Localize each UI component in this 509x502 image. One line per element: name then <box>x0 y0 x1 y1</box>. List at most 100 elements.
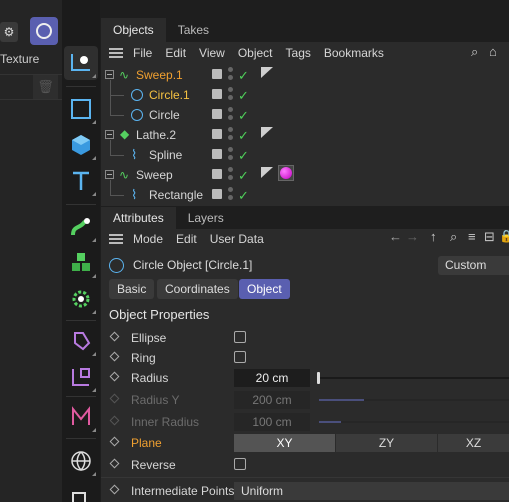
menu-edit[interactable]: Edit <box>165 46 186 60</box>
home-icon[interactable]: ⌂ <box>489 44 497 59</box>
cube-outline-icon[interactable] <box>64 92 98 126</box>
text-tool-icon[interactable] <box>64 164 98 198</box>
filter-icon[interactable]: ≡ <box>468 229 476 244</box>
field-icon[interactable] <box>64 400 98 434</box>
enabled-check-icon[interactable]: ✓ <box>238 148 249 164</box>
visibility-dots-icon[interactable] <box>228 167 233 183</box>
layer-box-icon[interactable] <box>212 129 222 139</box>
keyframe-diamond-icon[interactable] <box>109 371 120 382</box>
enabled-check-icon[interactable]: ✓ <box>238 188 249 204</box>
keyframe-diamond-icon[interactable] <box>109 484 120 495</box>
layer-box-icon[interactable] <box>212 149 222 159</box>
enabled-check-icon[interactable]: ✓ <box>238 108 249 124</box>
ring-checkbox[interactable] <box>234 351 246 363</box>
menu-user-data[interactable]: User Data <box>210 232 264 246</box>
phong-tag-icon[interactable] <box>261 127 273 138</box>
visibility-dots-icon[interactable] <box>228 67 233 83</box>
tree-row[interactable]: ⌇ Spline ✓ <box>101 140 509 165</box>
radius-input[interactable]: 20 cm <box>234 369 310 387</box>
visibility-dots-icon[interactable] <box>228 87 233 103</box>
tree-row[interactable]: Circle.1 ✓ <box>101 80 509 105</box>
sweep-generator-icon[interactable] <box>64 210 98 244</box>
keyframe-diamond-icon[interactable] <box>109 331 120 342</box>
visibility-dots-icon[interactable] <box>228 127 233 143</box>
cube-icon[interactable] <box>64 128 98 162</box>
tab-layers[interactable]: Layers <box>176 207 236 229</box>
radius-slider[interactable] <box>319 377 509 379</box>
plane-option-zy[interactable]: ZY <box>336 434 438 452</box>
object-name[interactable]: Sweep.1 <box>136 68 183 82</box>
object-name[interactable]: Lathe.2 <box>136 128 176 142</box>
spline-wrap-icon[interactable] <box>64 360 98 394</box>
menu-view[interactable]: View <box>199 46 225 60</box>
tree-row[interactable]: ⌇ Rectangle ✓ <box>101 180 509 205</box>
deformer-icon[interactable] <box>64 324 98 358</box>
enabled-check-icon[interactable]: ✓ <box>238 68 249 84</box>
lock-icon[interactable]: 🔒 <box>499 229 509 243</box>
enabled-check-icon[interactable]: ✓ <box>238 88 249 104</box>
ellipse-checkbox[interactable] <box>234 331 246 343</box>
object-name[interactable]: Circle.1 <box>149 88 190 102</box>
layer-box-icon[interactable] <box>212 169 222 179</box>
material-sphere-icon[interactable] <box>30 17 58 45</box>
object-name[interactable]: Rectangle <box>149 188 203 202</box>
search-icon[interactable]: ⌕ <box>471 44 478 60</box>
effector-icon[interactable] <box>64 282 98 316</box>
enabled-check-icon[interactable]: ✓ <box>238 168 249 184</box>
subtab-object[interactable]: Object <box>239 279 290 299</box>
back-arrow-icon[interactable]: ← <box>389 229 402 244</box>
tree-row[interactable]: ∿ Sweep.1 ✓ <box>101 65 509 85</box>
reverse-checkbox[interactable] <box>234 458 246 470</box>
material-tag-icon[interactable] <box>278 165 294 181</box>
subtab-basic[interactable]: Basic <box>109 279 155 299</box>
collapse-toggle-icon[interactable] <box>105 70 114 79</box>
keyframe-diamond-icon[interactable] <box>109 458 120 469</box>
visibility-dots-icon[interactable] <box>228 107 233 123</box>
tree-row[interactable]: ◆ Lathe.2 ✓ <box>101 125 509 145</box>
hamburger-icon[interactable] <box>109 46 123 60</box>
menu-file[interactable]: File <box>133 46 152 60</box>
slider-handle[interactable] <box>317 372 320 384</box>
collapse-toggle-icon[interactable] <box>105 130 114 139</box>
keyframe-diamond-icon[interactable] <box>109 436 120 447</box>
tree-row[interactable]: ∿ Sweep ✓ <box>101 165 509 185</box>
subtab-coordinates[interactable]: Coordinates <box>157 279 238 299</box>
layer-box-icon[interactable] <box>212 109 222 119</box>
layer-box-icon[interactable] <box>212 189 222 199</box>
phong-tag-icon[interactable] <box>261 67 273 78</box>
globe-icon[interactable] <box>64 444 98 478</box>
tab-attributes[interactable]: Attributes <box>101 207 176 229</box>
visibility-dots-icon[interactable] <box>228 147 233 163</box>
cloner-icon[interactable] <box>64 246 98 280</box>
menu-mode[interactable]: Mode <box>133 232 163 246</box>
tree-row[interactable]: Circle ✓ <box>101 95 509 125</box>
spline-pen-icon[interactable] <box>64 46 98 80</box>
settings-icon[interactable]: ⚙ <box>0 22 18 42</box>
options-icon[interactable]: ⊟ <box>484 229 495 245</box>
phong-tag-icon[interactable] <box>261 167 273 178</box>
layer-box-icon[interactable] <box>212 89 222 99</box>
menu-object[interactable]: Object <box>238 46 273 60</box>
enabled-check-icon[interactable]: ✓ <box>238 128 249 144</box>
preset-dropdown[interactable]: Custom <box>438 256 509 275</box>
keyframe-diamond-icon[interactable] <box>109 351 120 362</box>
menu-bookmarks[interactable]: Bookmarks <box>324 46 384 60</box>
tab-takes[interactable]: Takes <box>166 18 221 42</box>
camera-icon[interactable] <box>64 480 98 502</box>
plane-option-xy[interactable]: XY <box>234 434 336 452</box>
object-name[interactable]: Circle <box>149 108 180 122</box>
layer-box-icon[interactable] <box>212 69 222 79</box>
trash-icon[interactable]: 🗑 <box>33 75 58 99</box>
up-arrow-icon[interactable]: ↑ <box>430 229 437 244</box>
tab-objects[interactable]: Objects <box>101 18 166 42</box>
menu-tags[interactable]: Tags <box>286 46 311 60</box>
object-name[interactable]: Spline <box>149 148 182 162</box>
object-name[interactable]: Sweep <box>136 168 173 182</box>
menu-edit[interactable]: Edit <box>176 232 197 246</box>
plane-option-xz[interactable]: XZ <box>438 434 509 452</box>
hamburger-icon[interactable] <box>109 232 123 246</box>
forward-arrow-icon[interactable]: → <box>406 229 419 244</box>
intermediate-points-dropdown[interactable]: Uniform <box>234 482 509 500</box>
collapse-toggle-icon[interactable] <box>105 170 114 179</box>
search-icon[interactable]: ⌕ <box>450 229 457 245</box>
